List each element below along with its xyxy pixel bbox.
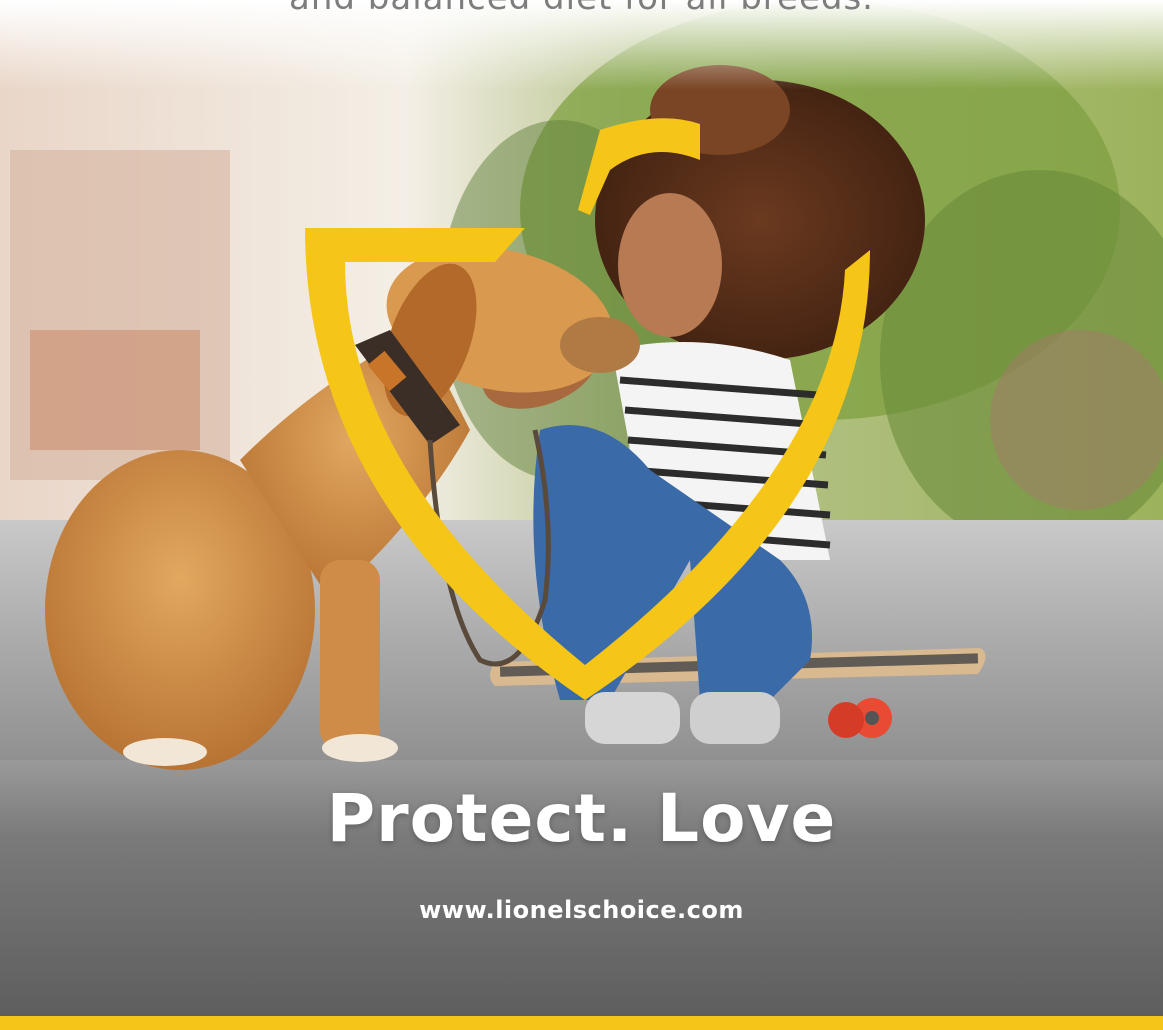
brand-bottom-bar [0, 1016, 1163, 1030]
ad-poster: and balanced diet for all breeds. Protec… [0, 0, 1163, 1030]
top-caption: and balanced diet for all breeds. [0, 0, 1163, 18]
photo-scene [0, 0, 1163, 1016]
tagline: Protect. Love [326, 780, 837, 857]
website-link[interactable]: www.lionelschoice.com [0, 896, 1163, 924]
